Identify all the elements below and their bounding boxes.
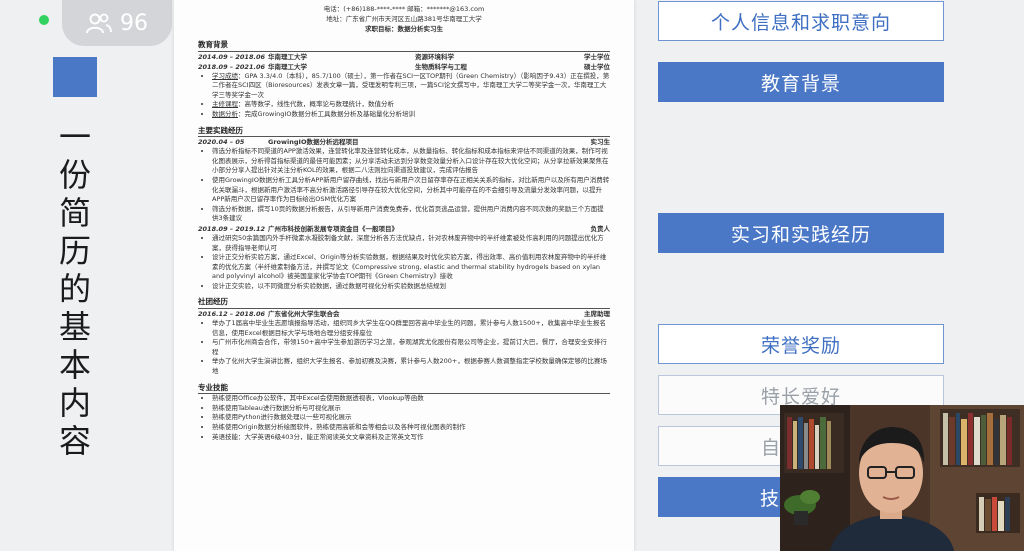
edu-school: 华南理工大学 [268,52,307,61]
club-role: 主席助理 [584,310,610,319]
participants-button[interactable]: 96 [62,0,172,46]
experience-heading: 主要实践经历 [198,126,610,138]
contact-line: 电话：(+86)188-****-**** 邮箱：*******@163.com [323,5,485,13]
job-bullets: 筛选分析指标不同渠道的APP激活效果，连营转化率及连营转化成本，从数量指标、转化… [198,147,610,224]
edu-major: 生物质科学与工程 [415,62,467,71]
club-org: 广东省化州大学生联合会 [268,310,340,319]
club-row: 2016.12 – 2018.06 广东省化州大学生联合会 主席助理 [198,309,610,319]
list-item: 设计正交实验，以不同微度分析实验数据，通过数据可视化分析实验数据总结规划 [212,282,610,292]
title-char: 内 [58,384,91,422]
list-item: 举办了化州大学生演讲比赛，组织大学生报名、参加初赛及决赛，累计参与人数200+，… [212,357,610,376]
bullet-text: 完成GrowingIO数据分析工具数据分析及基础量化分析培训 [244,109,415,118]
title-char: 的 [58,270,91,308]
job-date: 2020.04 – 05 [198,138,245,147]
presenter-webcam [780,405,1024,551]
nav-label: 荣誉奖励 [760,334,841,357]
webcam-image [780,405,1024,551]
club-heading: 社团经历 [198,297,610,310]
nav-personal-info[interactable]: 个人信息和求职意向 [658,1,944,41]
job-bullets: 通过研究50余篇国内外手杆微素水凝胶制备文献，深度分析各方法优缺点，针对农林废弃… [198,234,610,292]
title-accent-square [53,57,97,97]
list-item: 举办了1届高中毕业生志愿填报指导活动，组织同乡大学生在QQ群里回答高中毕业生的问… [212,319,610,338]
title-char: 份 [58,156,91,194]
list-item: 数据分析：完成GrowingIO数据分析工具数据分析及基础量化分析培训 [212,110,610,120]
list-item: 主修课程：高等数学，线性代数，概率论与数理统计，数值分析 [212,100,610,110]
club-bullets: 举办了1届高中毕业生志愿填报指导活动，组织同乡大学生在QQ群里回答高中毕业生的问… [198,319,610,377]
list-item: 筛选分析指标不同渠道的APP激活效果，连营转化率及连营转化成本，从数量指标、转化… [212,147,610,176]
title-char: 历 [58,232,91,270]
address-line: 地址：广东省广州市天河区五山路381号华南理工大学 [326,15,482,23]
edu-major: 资源环境科学 [415,52,454,61]
list-item: 熟练使用Python进行数据处理以一些可视化展示 [212,413,610,423]
resume-document: 电话：(+86)188-****-**** 邮箱：*******@163.com… [174,0,634,551]
job-org: GrowingIO数据分析远程项目 [268,138,359,147]
list-item: 设计正交分析实验方案，通过Excel、Origin等分析实验数据，根据结果及时优… [212,253,610,282]
job-role: 负责人 [590,224,611,233]
list-item: 熟练使用Tableau进行数据分析与可视化展示 [212,404,610,414]
edu-school: 华南理工大学 [268,62,307,71]
title-char: 简 [58,194,91,232]
edu-degree: 学士学位 [584,52,610,61]
title-char: 本 [58,346,91,384]
nav-label: 自 [761,436,782,459]
nav-internship[interactable]: 实习和实践经历 [658,213,944,253]
objective-line: 求职目标：数据分析实习生 [365,25,443,33]
title-char: 基 [58,308,91,346]
job-row: 2018.09 – 2019.12 广州市科技创新发展专项资金目《一般项目》 负… [198,224,610,234]
title-char: 容 [58,422,91,460]
list-item: 熟练使用Origin数据分析绘图软件，熟练使用高新和会等相会以及各种可视化图表的… [212,423,610,433]
edu-date: 2014.09 – 2018.06 [198,52,265,61]
list-item: 筛选分析数据，撰写10页的数据分析报告，从引导新用户消费免费券，优化首页逃品运营… [212,205,610,224]
skills-bullets: 熟练使用Office办公软件，其中Excel会使用数据透视表，Vlookup等函… [198,394,610,442]
list-item: 通过研究50余篇国内外手杆微素水凝胶制备文献，深度分析各方法优缺点，针对农林废弃… [212,234,610,253]
skills-heading: 专业技能 [198,383,610,395]
nav-label: 教育背景 [760,72,841,95]
job-role: 实习生 [590,138,611,147]
education-heading: 教育背景 [198,40,610,52]
list-item: 英语技能：大学英语6级403分，能正常阅读英文文章资料及正常英文写作 [212,433,610,443]
bullet-text: 高等数学，线性代数，概率论与数理统计，数值分析 [244,100,395,109]
edu-date: 2018.09 – 2021.06 [198,62,265,71]
slide-vertical-title: 一 份 简 历 的 基 本 内 容 [57,118,93,460]
list-item: 熟练使用Office办公软件，其中Excel会使用数据透视表，Vlookup等函… [212,394,610,404]
participant-count: 96 [120,10,148,36]
people-icon [86,13,112,34]
screen: 96 一 份 简 历 的 基 本 内 容 电话：(+86)188-****-**… [0,0,1024,551]
title-char: 一 [58,118,91,156]
resume-header: 电话：(+86)188-****-**** 邮箱：*******@163.com… [174,4,634,34]
list-item: 使用GrowingIO数据分析工具分析APP新用户留存曲线，找出与新用户次日留存… [212,176,610,205]
nav-education[interactable]: 教育背景 [658,62,944,102]
job-org: 广州市科技创新发展专项资金目《一般项目》 [268,224,398,233]
edu-degree: 硕士学位 [584,62,610,71]
club-date: 2016.12 – 2018.06 [198,310,265,319]
list-item: 学习成绩：GPA 3.3/4.0（本科），85.7/100（硕士），第一作者在S… [212,72,610,101]
bullet-label: 数据分析 [212,109,238,118]
live-indicator [39,15,49,25]
education-row: 2014.09 – 2018.06 华南理工大学 资源环境科学 学士学位 [198,52,610,62]
bullet-text: GPA 3.3/4.0（本科），85.7/100（硕士），第一作者在SCI一区T… [212,71,610,99]
nav-label: 实习和实践经历 [730,223,871,246]
education-bullets: 学习成绩：GPA 3.3/4.0（本科），85.7/100（硕士），第一作者在S… [198,72,610,120]
list-item: 与广州市化州商会合作，带领150+高中学生参加游历学习之旅，参观湖宾尤化股份有限… [212,338,610,357]
job-date: 2018.09 – 2019.12 [198,224,265,233]
bullet-label: 主修课程 [212,100,238,109]
nav-label: 技 [760,487,781,510]
job-row: 2020.04 – 05 GrowingIO数据分析远程项目 实习生 [198,137,610,147]
nav-honors[interactable]: 荣誉奖励 [658,324,944,364]
bullet-label: 学习成绩 [212,71,238,80]
education-row: 2018.09 – 2021.06 华南理工大学 生物质科学与工程 硕士学位 [198,62,610,72]
nav-label: 个人信息和求职意向 [710,11,891,34]
